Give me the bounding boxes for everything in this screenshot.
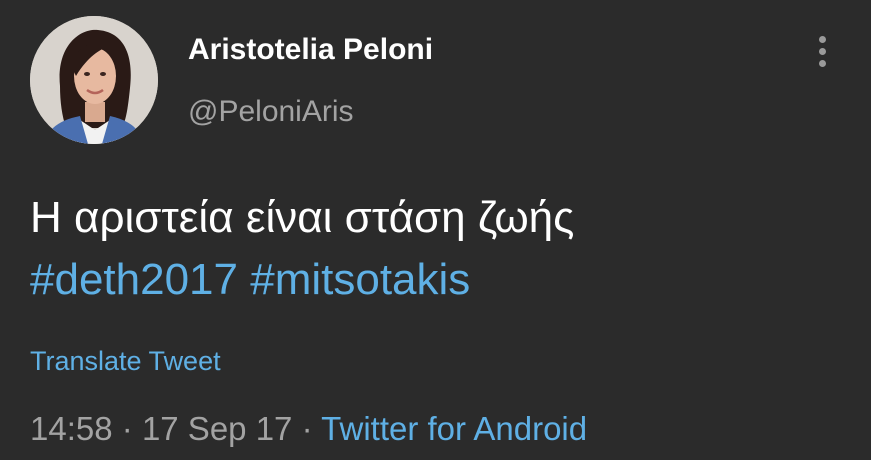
hashtag-mitsotakis[interactable]: #mitsotakis [250,255,470,304]
tweet-date: 17 Sep 17 [141,410,293,447]
translate-tweet-link[interactable]: Translate Tweet [30,346,221,377]
tweet-meta: 14:58 · 17 Sep 17 · Twitter for Android [30,410,587,448]
avatar[interactable] [30,16,158,144]
tweet-time: 14:58 [30,410,113,447]
meta-separator-2: · [301,410,313,447]
user-handle[interactable]: @PeloniAris [188,95,354,129]
hashtag-deth2017[interactable]: #deth2017 [30,255,238,304]
hashtag-row: #deth2017 #mitsotakis [30,249,850,311]
more-vertical-icon[interactable] [810,36,834,72]
tweet-body: Η αριστεία είναι στάση ζωής [30,193,575,242]
meta-separator: · [121,410,133,447]
avatar-photo [30,16,158,144]
display-name[interactable]: Aristotelia Peloni [188,33,433,67]
tweet-card: Aristotelia Peloni @PeloniAris Η αριστεί… [0,0,871,460]
tweet-source-link[interactable]: Twitter for Android [321,410,587,447]
tweet-text: Η αριστεία είναι στάση ζωής #deth2017 #m… [30,187,850,311]
